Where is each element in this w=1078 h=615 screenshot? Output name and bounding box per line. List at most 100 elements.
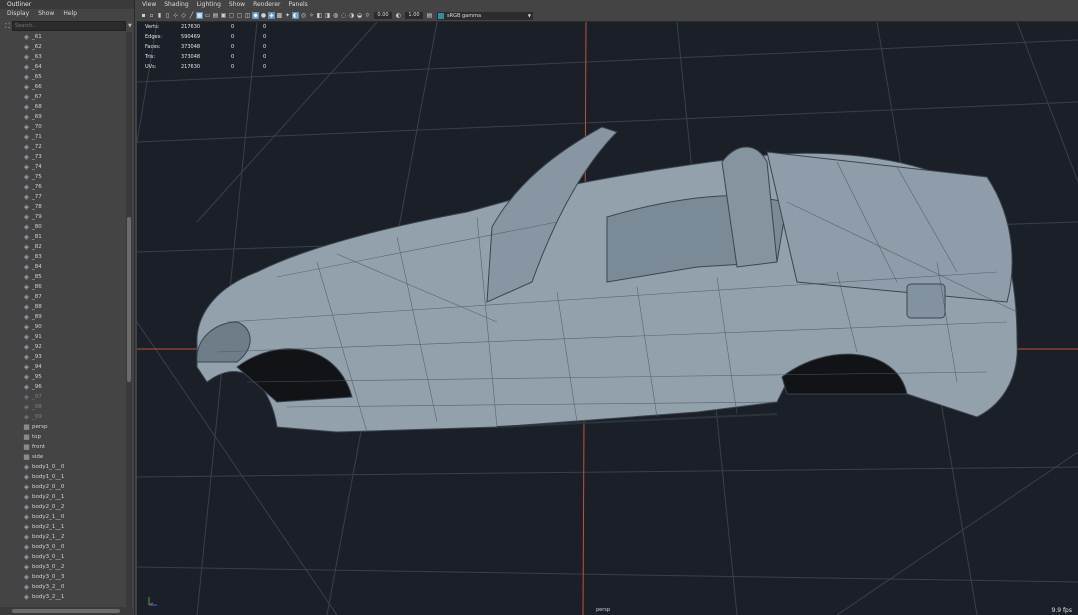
outliner-item[interactable]: ■ top	[0, 432, 125, 442]
outliner-item[interactable]: ◈ _99	[0, 412, 125, 422]
outliner-item[interactable]: ◈ body3_0__1	[0, 552, 125, 562]
menu-renderer[interactable]: Renderer	[253, 0, 280, 10]
outliner-item[interactable]: ◈ _88	[0, 302, 125, 312]
film-gate-icon[interactable]: ◇	[180, 12, 187, 19]
outliner-item[interactable]: ◈ body3_2__1	[0, 592, 125, 602]
outliner-item[interactable]: ◈ _70	[0, 122, 125, 132]
outliner-item[interactable]: ◈ body2_1__2	[0, 532, 125, 542]
outliner-menu-display[interactable]: Display	[7, 9, 29, 19]
outliner-item[interactable]: ◈ _95	[0, 372, 125, 382]
camera-attributes-icon[interactable]: ▫	[148, 12, 155, 19]
menu-show[interactable]: Show	[229, 0, 245, 10]
safe-action-icon[interactable]: ▢	[228, 12, 235, 19]
menu-lighting[interactable]: Lighting	[197, 0, 221, 10]
resolution-gate-icon[interactable]: ▭	[204, 12, 211, 19]
outliner-item[interactable]: ◈ body3_0__2	[0, 562, 125, 572]
outliner-item[interactable]: ◈ _66	[0, 82, 125, 92]
outliner-item[interactable]: ◈ body1_0__1	[0, 472, 125, 482]
outliner-item[interactable]: ◈ _64	[0, 62, 125, 72]
outliner-item[interactable]: ◈ _71	[0, 132, 125, 142]
lights-icon[interactable]: ✦	[284, 12, 291, 19]
outliner-item[interactable]: ◈ _76	[0, 182, 125, 192]
outliner-item[interactable]: ◈ _75	[0, 172, 125, 182]
outliner-item[interactable]: ◈ _85	[0, 272, 125, 282]
outliner-horizontal-scrollbar[interactable]	[0, 607, 133, 615]
outliner-item[interactable]: ◈ _83	[0, 252, 125, 262]
chevron-down-icon[interactable]: ▼	[128, 23, 132, 29]
outliner-item[interactable]: ◈ body2_1__1	[0, 522, 125, 532]
outliner-item[interactable]: ◈ _65	[0, 72, 125, 82]
outliner-item[interactable]: ◈ _80	[0, 222, 125, 232]
scrollbar-thumb[interactable]	[12, 609, 120, 613]
view-transform-icon[interactable]: ▤	[426, 12, 433, 19]
outliner-item[interactable]: ■ front	[0, 442, 125, 452]
filter-icon[interactable]: ⛶	[3, 22, 12, 30]
outliner-item[interactable]: ◈ _67	[0, 92, 125, 102]
default-material-icon[interactable]: ●	[260, 12, 267, 19]
outliner-item[interactable]: ◈ _63	[0, 52, 125, 62]
outliner-menu-help[interactable]: Help	[63, 9, 77, 19]
scrollbar-thumb[interactable]	[127, 217, 131, 382]
outliner-item[interactable]: ◈ _78	[0, 202, 125, 212]
outliner-item[interactable]: ◈ _69	[0, 112, 125, 122]
outliner-item[interactable]: ◈ _74	[0, 162, 125, 172]
outliner-item[interactable]: ◈ _93	[0, 352, 125, 362]
field-chart-icon[interactable]: ▣	[220, 12, 227, 19]
shadows-icon[interactable]: ◐	[292, 12, 299, 19]
grid-toggle-icon[interactable]: ⊹	[172, 12, 179, 19]
outliner-menu-show[interactable]: Show	[38, 9, 54, 19]
wireframe-on-shaded-icon[interactable]: ◈	[268, 12, 275, 19]
car-mesh[interactable]	[196, 126, 1018, 433]
textured-icon[interactable]: ▩	[276, 12, 283, 19]
wireframe-icon[interactable]: ◫	[244, 12, 251, 19]
outliner-item[interactable]: ◈ _94	[0, 362, 125, 372]
bookmark-icon[interactable]: ▮	[156, 12, 163, 19]
outliner-item[interactable]: ◈ _91	[0, 332, 125, 342]
ambient-occlusion-icon[interactable]: ◍	[332, 12, 339, 19]
anti-alias-icon[interactable]: ◑	[348, 12, 355, 19]
outliner-item[interactable]: ◈ _73	[0, 152, 125, 162]
menu-panels[interactable]: Panels	[288, 0, 307, 10]
outliner-item[interactable]: ◈ _97	[0, 392, 125, 402]
outliner-item[interactable]: ◈ _77	[0, 192, 125, 202]
isolate-select-icon[interactable]: ◧	[316, 12, 323, 19]
outliner-item[interactable]: ■ side	[0, 452, 125, 462]
outliner-item[interactable]: ◈ body2_1__0	[0, 512, 125, 522]
gate-mask-icon[interactable]: ▤	[212, 12, 219, 19]
viewport-scene[interactable]	[137, 22, 1078, 615]
outliner-item[interactable]: ◈ body2_0__0	[0, 482, 125, 492]
outliner-item[interactable]: ◈ _87	[0, 292, 125, 302]
xray-icon[interactable]: ◎	[300, 12, 307, 19]
outliner-item[interactable]: ◈ _61	[0, 32, 125, 42]
pan-zoom-icon[interactable]: ╱	[188, 12, 195, 19]
camera-select-icon[interactable]: ▪	[140, 12, 147, 19]
outliner-item[interactable]: ◈ body3_2__0	[0, 582, 125, 592]
motion-blur-icon[interactable]: ◌	[340, 12, 347, 19]
image-plane-icon[interactable]: ▯	[164, 12, 171, 19]
3d-viewport[interactable]: Verts: 217630 0 0 Edges: 590469 0 0 Faces: 373048…	[137, 22, 1078, 615]
outliner-item[interactable]: ◈ _79	[0, 212, 125, 222]
grid-icon[interactable]: ▦	[196, 12, 203, 19]
outliner-vertical-scrollbar[interactable]	[126, 32, 132, 607]
outliner-item[interactable]: ◈ _96	[0, 382, 125, 392]
outliner-search-input[interactable]	[12, 21, 126, 31]
outliner-item[interactable]: ◈ _62	[0, 42, 125, 52]
outliner-item[interactable]: ◈ _81	[0, 232, 125, 242]
xray-joints-icon[interactable]: ✧	[308, 12, 315, 19]
menu-view[interactable]: View	[142, 0, 156, 10]
smooth-shade-icon[interactable]: ◉	[252, 12, 259, 19]
outliner-item[interactable]: ◈ body2_0__2	[0, 502, 125, 512]
color-space-dropdown[interactable]: sRGB gamma	[437, 11, 533, 20]
depth-of-field-icon[interactable]: ◒	[356, 12, 363, 19]
outliner-item[interactable]: ◈ _98	[0, 402, 125, 412]
outliner-item[interactable]: ◈ _89	[0, 312, 125, 322]
safe-title-icon[interactable]: ▢	[236, 12, 243, 19]
outliner-item[interactable]: ◈ _90	[0, 322, 125, 332]
outliner-item[interactable]: ◈ _72	[0, 142, 125, 152]
exposure-field[interactable]: 0.00	[374, 12, 392, 19]
outliner-item[interactable]: ◈ body2_0__1	[0, 492, 125, 502]
outliner-item[interactable]: ◈ _82	[0, 242, 125, 252]
outliner-item[interactable]: ◈ _68	[0, 102, 125, 112]
outliner-item[interactable]: ◈ _92	[0, 342, 125, 352]
outliner-item[interactable]: ◈ body1_0__0	[0, 462, 125, 472]
